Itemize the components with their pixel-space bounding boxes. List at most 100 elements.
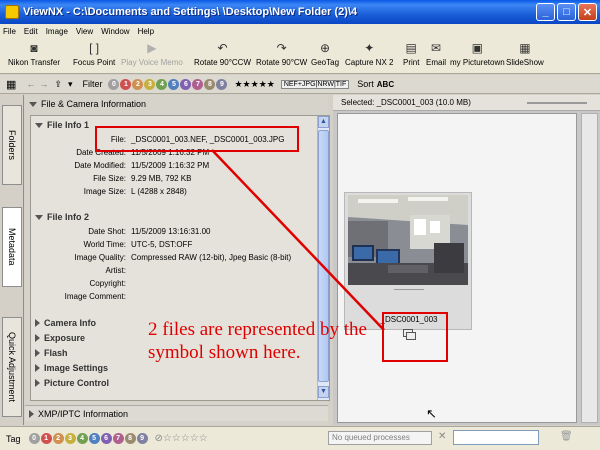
collapse-icon <box>35 334 40 342</box>
xmp-iptc-section[interactable]: XMP/IPTC Information <box>25 405 328 421</box>
viewer-panel: Selected: _DSC0001_003 (10.0 MB) _DSC000… <box>333 95 600 425</box>
email-button[interactable]: ✉ Email <box>426 40 446 67</box>
capture-nx-icon: ✦ <box>364 41 375 55</box>
file-camera-info-header[interactable]: File & Camera Information <box>25 97 328 111</box>
thumb-divider <box>394 289 424 290</box>
tag-label-0[interactable]: 0 <box>28 433 40 444</box>
grid-view-icon[interactable]: ▦ <box>6 78 16 91</box>
collapse-icon <box>35 349 40 357</box>
label-filter-6[interactable]: 6 <box>180 78 192 90</box>
tag-label-2[interactable]: 2 <box>52 433 64 444</box>
back-icon[interactable]: ← <box>26 79 35 89</box>
picture-control-section[interactable]: Picture Control <box>31 376 316 390</box>
viewer-scrollbar[interactable] <box>581 113 598 423</box>
rating-filter[interactable]: ★★★★★ <box>234 79 274 90</box>
filter-bar: ▦ ← → ⇪ ▾ Filter 0 1 2 3 4 5 6 7 8 9 ★★★… <box>0 75 600 94</box>
app-icon <box>5 5 19 19</box>
slideshow-button[interactable]: ▦ SlideShow <box>506 40 544 67</box>
tab-metadata[interactable]: Metadata <box>2 207 22 287</box>
label-filter-7[interactable]: 7 <box>192 78 204 90</box>
label-filter-2[interactable]: 2 <box>132 78 144 90</box>
nikon-transfer-button[interactable]: ◙ Nikon Transfer <box>8 40 60 67</box>
label-filter-8[interactable]: 8 <box>204 78 216 90</box>
rotate-ccw-icon: ↶ <box>217 41 228 55</box>
date-shot-row: Date Shot: 11/5/2009 13:16:31.00 <box>88 227 211 236</box>
print-button[interactable]: ▤ Print <box>403 40 419 67</box>
forward-icon[interactable]: → <box>39 79 48 89</box>
thumbnail-cell[interactable]: _DSC0001_003 <box>344 192 472 340</box>
tag-label-4[interactable]: 4 <box>76 433 88 444</box>
expand-icon <box>29 101 37 107</box>
geotag-button[interactable]: ⊕ GeoTag <box>311 40 339 67</box>
format-filter[interactable]: NEF+JPG|NRW|TIF <box>280 79 350 89</box>
geotag-icon: ⊕ <box>319 41 331 55</box>
tag-label-1[interactable]: 1 <box>40 433 52 444</box>
date-modified-row: Date Modified: 11/5/2009 1:16:32 PM <box>74 161 210 170</box>
play-voice-memo-button[interactable]: ▶ Play Voice Memo <box>121 40 183 67</box>
menu-window[interactable]: Window <box>101 27 129 36</box>
tag-label-9[interactable]: 9 <box>136 433 148 444</box>
maximize-button[interactable]: □ <box>557 3 576 21</box>
symbol-highlight-box <box>382 312 448 362</box>
trash-icon[interactable]: 🗑 <box>560 431 573 442</box>
tag-label-group: 0 1 2 3 4 5 6 7 8 9 <box>28 433 149 444</box>
label-filter-3[interactable]: 3 <box>144 78 156 90</box>
selection-status: Selected: _DSC0001_003 (10.0 MB) <box>333 95 600 111</box>
view-dropdown-icon[interactable]: ▾ <box>68 79 73 90</box>
cancel-queue-icon[interactable]: ✕ <box>438 431 446 442</box>
menu-file[interactable]: File <box>3 27 16 36</box>
label-filter-9[interactable]: 9 <box>216 78 228 90</box>
tag-label-8[interactable]: 8 <box>124 433 136 444</box>
menu-edit[interactable]: Edit <box>24 27 38 36</box>
capture-nx-button[interactable]: ✦ Capture NX 2 <box>345 40 393 67</box>
world-time-row: World Time: UTC-5, DST:OFF <box>83 240 193 249</box>
zoom-slider[interactable] <box>527 102 587 104</box>
rotate-ccw-button[interactable]: ↶ Rotate 90°CCW <box>194 40 251 67</box>
menu-view[interactable]: View <box>76 27 93 36</box>
sort-order-button[interactable]: ABC <box>377 80 394 89</box>
label-filter-4[interactable]: 4 <box>156 78 168 90</box>
minimize-button[interactable]: _ <box>536 3 555 21</box>
menu-image[interactable]: Image <box>46 27 68 36</box>
label-filter-1[interactable]: 1 <box>120 78 132 90</box>
email-icon: ✉ <box>430 41 442 55</box>
scroll-up-icon[interactable]: ▲ <box>318 116 329 128</box>
sort-label: Sort <box>357 79 374 89</box>
label-filter-0[interactable]: 0 <box>108 78 120 90</box>
expand-icon <box>35 214 43 220</box>
tag-label-7[interactable]: 7 <box>112 433 124 444</box>
focus-point-icon: [ ] <box>89 41 100 55</box>
expand-icon <box>35 122 43 128</box>
tag-label-3[interactable]: 3 <box>64 433 76 444</box>
collapse-icon <box>29 409 34 418</box>
focus-point-button[interactable]: [ ] Focus Point <box>73 40 115 67</box>
menu-help[interactable]: Help <box>138 27 154 36</box>
scroll-down-icon[interactable]: ▼ <box>318 386 329 398</box>
tag-label-6[interactable]: 6 <box>100 433 112 444</box>
close-button[interactable]: ✕ <box>578 3 597 21</box>
rotate-cw-icon: ↷ <box>276 41 287 55</box>
menu-bar: File Edit Image View Window Help <box>0 24 600 38</box>
slideshow-icon: ▦ <box>519 41 531 55</box>
main-toolbar: ◙ Nikon Transfer [ ] Focus Point ▶ Play Voi… <box>0 38 600 74</box>
tab-folders[interactable]: Folders <box>2 105 22 185</box>
queue-input[interactable] <box>453 430 539 445</box>
side-tabs: Folders Metadata Quick Adjustment <box>0 95 24 425</box>
image-size-row: Image Size: L (4288 x 2848) <box>83 187 187 196</box>
tab-quick-adjustment[interactable]: Quick Adjustment <box>2 317 22 417</box>
file-info-2-header[interactable]: File Info 2 <box>31 210 316 224</box>
window-title: ViewNX - C:\Documents and Settings\ \Des… <box>23 6 358 18</box>
my-picturetown-button[interactable]: ▣ my Picturetown <box>450 40 505 67</box>
rotate-cw-button[interactable]: ↷ Rotate 90°CW <box>256 40 307 67</box>
collapse-icon <box>35 364 40 372</box>
up-folder-icon[interactable]: ⇪ <box>54 79 62 90</box>
bottom-tag-bar: Tag 0 1 2 3 4 5 6 7 8 9 ⊘☆☆☆☆☆ No queued… <box>0 426 600 450</box>
file-highlight-box <box>95 126 299 152</box>
tag-rating-stars[interactable]: ⊘☆☆☆☆☆ <box>155 433 208 444</box>
queue-status: No queued processes <box>328 431 432 445</box>
title-bar[interactable]: ViewNX - C:\Documents and Settings\ \Des… <box>0 0 600 24</box>
label-filter-5[interactable]: 5 <box>168 78 180 90</box>
camera-icon: ◙ <box>30 41 38 55</box>
tag-label-5[interactable]: 5 <box>88 433 100 444</box>
play-icon: ▶ <box>147 41 157 55</box>
